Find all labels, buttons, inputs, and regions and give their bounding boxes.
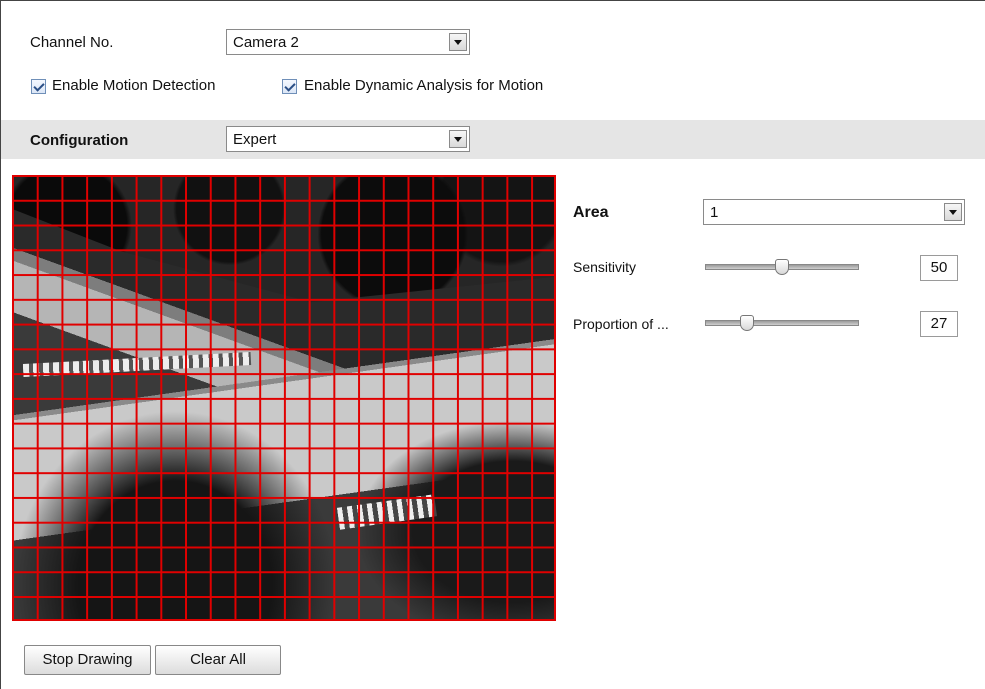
proportion-slider-handle[interactable] bbox=[739, 315, 754, 331]
channel-label: Channel No. bbox=[30, 34, 114, 51]
sensitivity-value[interactable]: 50 bbox=[920, 255, 958, 281]
chevron-down-icon[interactable] bbox=[449, 33, 467, 51]
enable-dynamic-analysis-checkbox[interactable] bbox=[282, 79, 297, 94]
sensitivity-label: Sensitivity bbox=[573, 259, 637, 275]
clear-all-button[interactable]: Clear All bbox=[155, 645, 281, 675]
configuration-select[interactable]: Expert bbox=[226, 126, 470, 152]
stop-drawing-button[interactable]: Stop Drawing bbox=[24, 645, 151, 675]
area-select-value: 1 bbox=[710, 204, 719, 221]
area-select[interactable]: 1 bbox=[703, 199, 965, 225]
sensitivity-slider-handle[interactable] bbox=[775, 259, 789, 275]
area-label: Area bbox=[573, 204, 609, 221]
channel-select-value: Camera 2 bbox=[233, 34, 299, 51]
enable-motion-detection-label: Enable Motion Detection bbox=[52, 77, 216, 94]
configuration-label: Configuration bbox=[30, 132, 129, 149]
enable-motion-detection-checkbox[interactable] bbox=[31, 79, 46, 94]
chevron-down-icon[interactable] bbox=[449, 130, 467, 148]
chevron-down-icon[interactable] bbox=[944, 203, 962, 221]
channel-select[interactable]: Camera 2 bbox=[226, 29, 470, 55]
proportion-slider-track[interactable] bbox=[705, 320, 859, 326]
proportion-label: Proportion of ... bbox=[573, 316, 669, 332]
enable-dynamic-analysis-label: Enable Dynamic Analysis for Motion bbox=[304, 77, 544, 94]
configuration-select-value: Expert bbox=[233, 131, 277, 148]
configuration-bar bbox=[1, 120, 985, 159]
camera-video-preview[interactable] bbox=[12, 175, 556, 621]
proportion-value[interactable]: 27 bbox=[920, 311, 958, 337]
motion-detection-grid-border bbox=[12, 175, 556, 621]
